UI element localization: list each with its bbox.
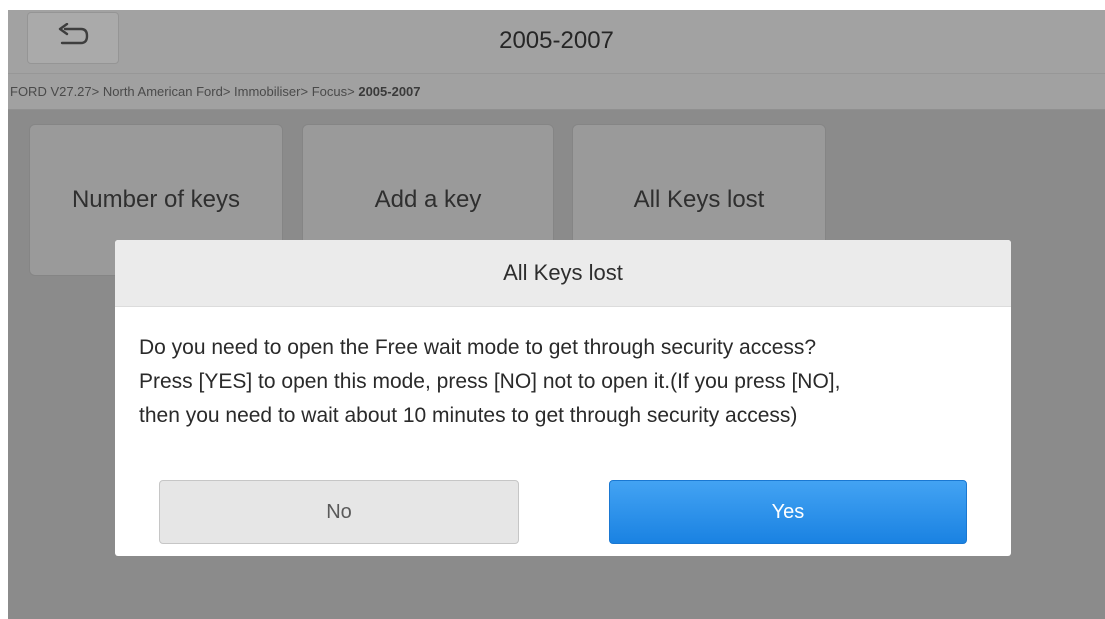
breadcrumb-separator: > bbox=[222, 84, 231, 99]
function-label: Add a key bbox=[374, 186, 482, 213]
breadcrumb-item[interactable]: North American Ford bbox=[103, 84, 223, 99]
page-title: 2005-2007 bbox=[499, 27, 614, 54]
breadcrumb-item[interactable]: FORD V27.27 bbox=[10, 84, 92, 99]
yes-button[interactable]: Yes bbox=[609, 480, 967, 544]
function-label: Number of keys bbox=[71, 186, 241, 213]
breadcrumb: FORD V27.27> North American Ford> Immobi… bbox=[8, 74, 1105, 110]
breadcrumb-item[interactable]: Focus bbox=[312, 84, 347, 99]
function-label: All Keys lost bbox=[633, 186, 765, 213]
breadcrumb-separator: > bbox=[347, 84, 355, 99]
back-arrow-icon bbox=[53, 22, 93, 54]
breadcrumb-separator: > bbox=[91, 84, 100, 99]
dialog-title: All Keys lost bbox=[115, 240, 1011, 307]
dialog-message-line: then you need to wait about 10 minutes t… bbox=[139, 404, 798, 427]
dialog-message-line: Press [YES] to open this mode, press [NO… bbox=[139, 370, 841, 393]
back-button[interactable] bbox=[27, 12, 119, 64]
dialog-message-line: Do you need to open the Free wait mode t… bbox=[139, 336, 817, 359]
confirm-dialog: All Keys lost Do you need to open the Fr… bbox=[115, 240, 1011, 556]
title-bar: 2005-2007 bbox=[8, 10, 1105, 74]
breadcrumb-current: 2005-2007 bbox=[358, 84, 421, 99]
breadcrumb-item[interactable]: Immobiliser bbox=[234, 84, 300, 99]
dialog-message: Do you need to open the Free wait mode t… bbox=[115, 307, 1011, 433]
breadcrumb-separator: > bbox=[300, 84, 309, 99]
no-button[interactable]: No bbox=[159, 480, 519, 544]
app-screen: 2005-2007 FORD V27.27> North American Fo… bbox=[8, 10, 1105, 619]
